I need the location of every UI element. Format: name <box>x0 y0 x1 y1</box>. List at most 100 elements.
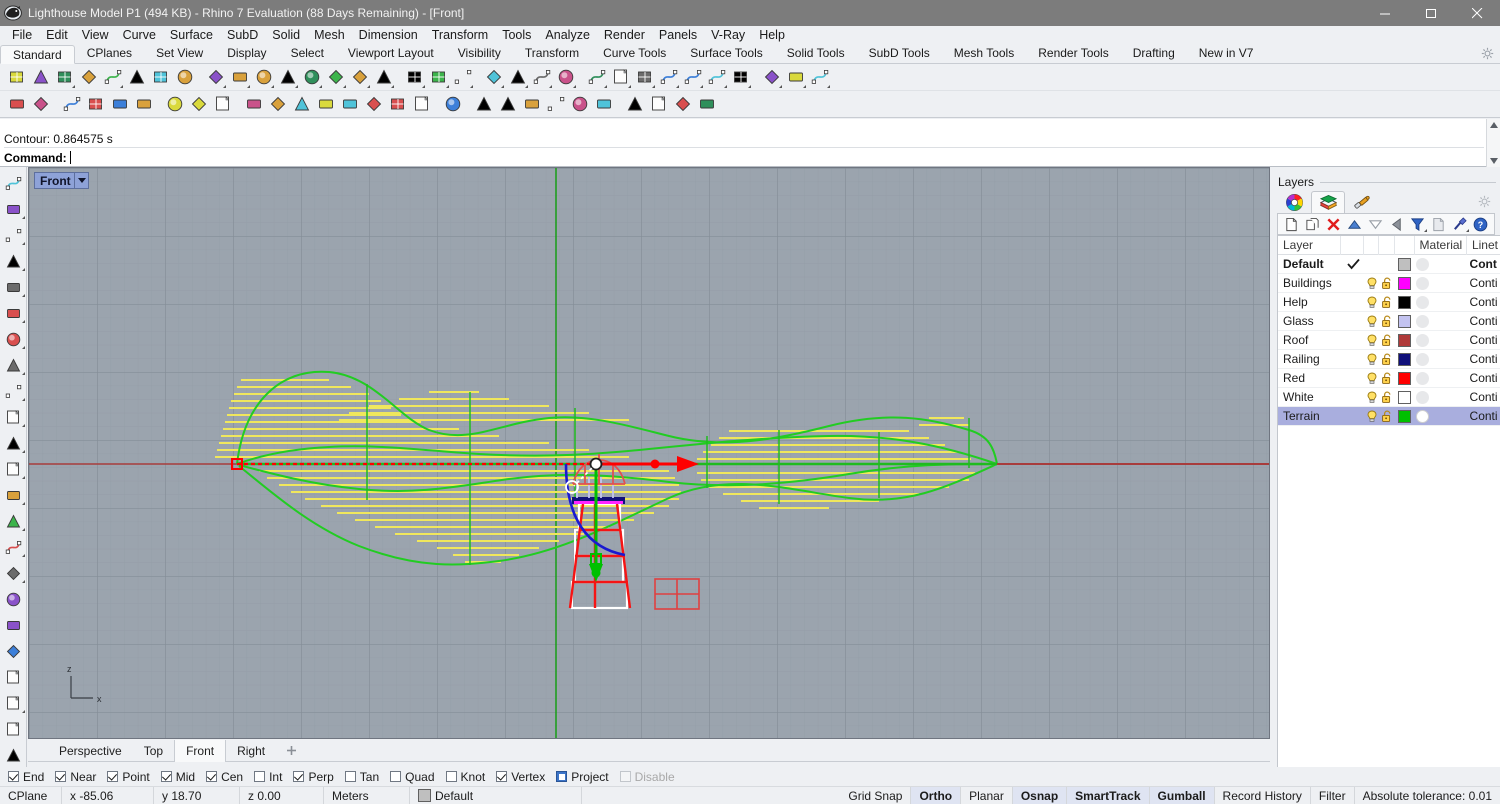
layer-material-preview[interactable] <box>1414 333 1467 347</box>
toolbar-tab-standard[interactable]: Standard <box>0 45 75 64</box>
menu-item-render[interactable]: Render <box>597 26 652 45</box>
flyout-arrow-icon[interactable] <box>827 84 830 88</box>
layer-lock-icon[interactable] <box>1379 410 1394 423</box>
layer-lock-icon[interactable] <box>1379 353 1394 366</box>
layer-lock-icon[interactable] <box>1379 315 1394 328</box>
toolbar-tab-render-tools[interactable]: Render Tools <box>1026 44 1121 63</box>
layer-name[interactable]: Buildings <box>1278 276 1342 290</box>
viewport-title-button[interactable]: Front <box>34 172 89 189</box>
layer-color-swatch[interactable] <box>1394 371 1413 385</box>
blend-curve-icon[interactable] <box>1 742 26 768</box>
flyout-arrow-icon[interactable] <box>391 84 394 88</box>
subd-box-icon[interactable] <box>1 560 26 586</box>
blue-sphere-icon[interactable] <box>681 66 704 89</box>
flyout-arrow-icon[interactable] <box>803 84 806 88</box>
flyout-arrow-icon[interactable] <box>223 84 226 88</box>
layer-linetype[interactable]: Cont <box>1467 257 1500 271</box>
group-icon[interactable] <box>163 93 186 116</box>
layer-row[interactable]: Help Conti <box>1278 293 1500 312</box>
extrude-curve-icon[interactable] <box>242 93 265 116</box>
flyout-arrow-icon[interactable] <box>21 268 25 271</box>
paste-icon[interactable] <box>173 66 196 89</box>
rotate-2d-icon[interactable] <box>60 93 83 116</box>
menu-item-transform[interactable]: Transform <box>425 26 496 45</box>
render-car-icon[interactable] <box>427 66 450 89</box>
panel-settings-icon[interactable] <box>1478 195 1500 214</box>
polyline-icon[interactable] <box>1 222 26 248</box>
freeform-curve-icon[interactable] <box>1 404 26 430</box>
network-surface-icon[interactable] <box>338 93 361 116</box>
flyout-arrow-icon[interactable] <box>21 710 25 713</box>
checkbox[interactable] <box>206 771 218 782</box>
layer-row[interactable]: Glass Conti <box>1278 312 1500 331</box>
flyout-arrow-icon[interactable] <box>1466 229 1469 232</box>
status-toggle-planar[interactable]: Planar <box>961 786 1013 804</box>
sphere-solid-icon[interactable] <box>1 508 26 534</box>
osnap-perp[interactable]: Perp <box>293 770 334 784</box>
panel-tab-display[interactable] <box>1345 191 1379 214</box>
material-paint-icon[interactable] <box>585 66 608 89</box>
menu-item-solid[interactable]: Solid <box>265 26 307 45</box>
flyout-arrow-icon[interactable] <box>21 346 25 349</box>
move-layer-left-icon[interactable] <box>1386 214 1406 234</box>
boolean-union-solid-icon[interactable] <box>1 690 26 716</box>
layer-visibility-bulb-icon[interactable] <box>1365 296 1380 309</box>
surface-from-curves-icon[interactable] <box>1 456 26 482</box>
layer-material-preview[interactable] <box>1414 257 1467 271</box>
light-bulb-icon[interactable] <box>530 66 553 89</box>
osnap-quad[interactable]: Quad <box>390 770 435 784</box>
named-cplane-icon[interactable] <box>506 66 529 89</box>
flyout-arrow-icon[interactable] <box>604 84 607 88</box>
toolbar-tab-transform[interactable]: Transform <box>513 44 591 63</box>
viewport-tab-front[interactable]: Front <box>174 739 227 762</box>
menu-item-edit[interactable]: Edit <box>39 26 75 45</box>
boolean-difference-icon[interactable] <box>1 716 26 742</box>
layer-name[interactable]: Terrain <box>1278 409 1342 423</box>
toolbar-tab-viewport-layout[interactable]: Viewport Layout <box>336 44 446 63</box>
column-header-material[interactable]: Material <box>1415 236 1467 255</box>
flyout-arrow-icon[interactable] <box>72 84 75 88</box>
flyout-arrow-icon[interactable] <box>120 84 123 88</box>
osnap-disable[interactable]: Disable <box>619 770 675 784</box>
zoom-selected-icon[interactable] <box>324 66 347 89</box>
menu-item-file[interactable]: File <box>5 26 39 45</box>
checkbox[interactable] <box>445 771 457 782</box>
flyout-arrow-icon[interactable] <box>21 554 25 557</box>
status-toggle-smarttrack[interactable]: SmartTrack <box>1067 786 1150 804</box>
flyout-arrow-icon[interactable] <box>21 528 25 531</box>
flyout-arrow-icon[interactable] <box>21 580 25 583</box>
osnap-knot[interactable]: Knot <box>445 770 485 784</box>
osnap-point[interactable]: Point <box>107 770 150 784</box>
trim-icon[interactable] <box>1 638 26 664</box>
checkbox[interactable] <box>344 771 356 782</box>
layer-row[interactable]: Red Conti <box>1278 369 1500 388</box>
layer-name[interactable]: Help <box>1278 295 1342 309</box>
layer-linetype[interactable]: Conti <box>1467 276 1500 290</box>
move-layer-down-icon[interactable] <box>1365 214 1385 234</box>
command-line[interactable]: Command: <box>4 149 1484 166</box>
layer-visibility-bulb-icon[interactable] <box>1365 334 1380 347</box>
layout-icon[interactable] <box>760 66 783 89</box>
surface-control-points-icon[interactable] <box>1 430 26 456</box>
menu-item-panels[interactable]: Panels <box>652 26 704 45</box>
layer-name[interactable]: Glass <box>1278 314 1342 328</box>
layer-color-swatch[interactable] <box>1394 409 1413 423</box>
status-toggle-record-history[interactable]: Record History <box>1215 786 1311 804</box>
layer-name[interactable]: White <box>1278 390 1342 404</box>
layer-visibility-bulb-icon[interactable] <box>1365 353 1380 366</box>
viewport-canvas[interactable]: z x <box>29 168 1269 738</box>
flyout-arrow-icon[interactable] <box>21 372 25 375</box>
filter-icon[interactable] <box>1407 214 1427 234</box>
flyout-arrow-icon[interactable] <box>21 476 25 479</box>
menu-item-subd[interactable]: SubD <box>220 26 265 45</box>
help-icon[interactable] <box>808 66 831 89</box>
flyout-arrow-icon[interactable] <box>21 320 25 323</box>
toolbar-tab-curve-tools[interactable]: Curve Tools <box>591 44 678 63</box>
checkbox[interactable] <box>160 771 172 782</box>
flyout-arrow-icon[interactable] <box>343 84 346 88</box>
column-header-current[interactable] <box>1341 236 1364 255</box>
layer-name[interactable]: Default <box>1278 257 1342 271</box>
scroll-up-icon[interactable] <box>1487 119 1500 131</box>
flyout-arrow-icon[interactable] <box>422 84 425 88</box>
osnap-end[interactable]: End <box>8 770 44 784</box>
